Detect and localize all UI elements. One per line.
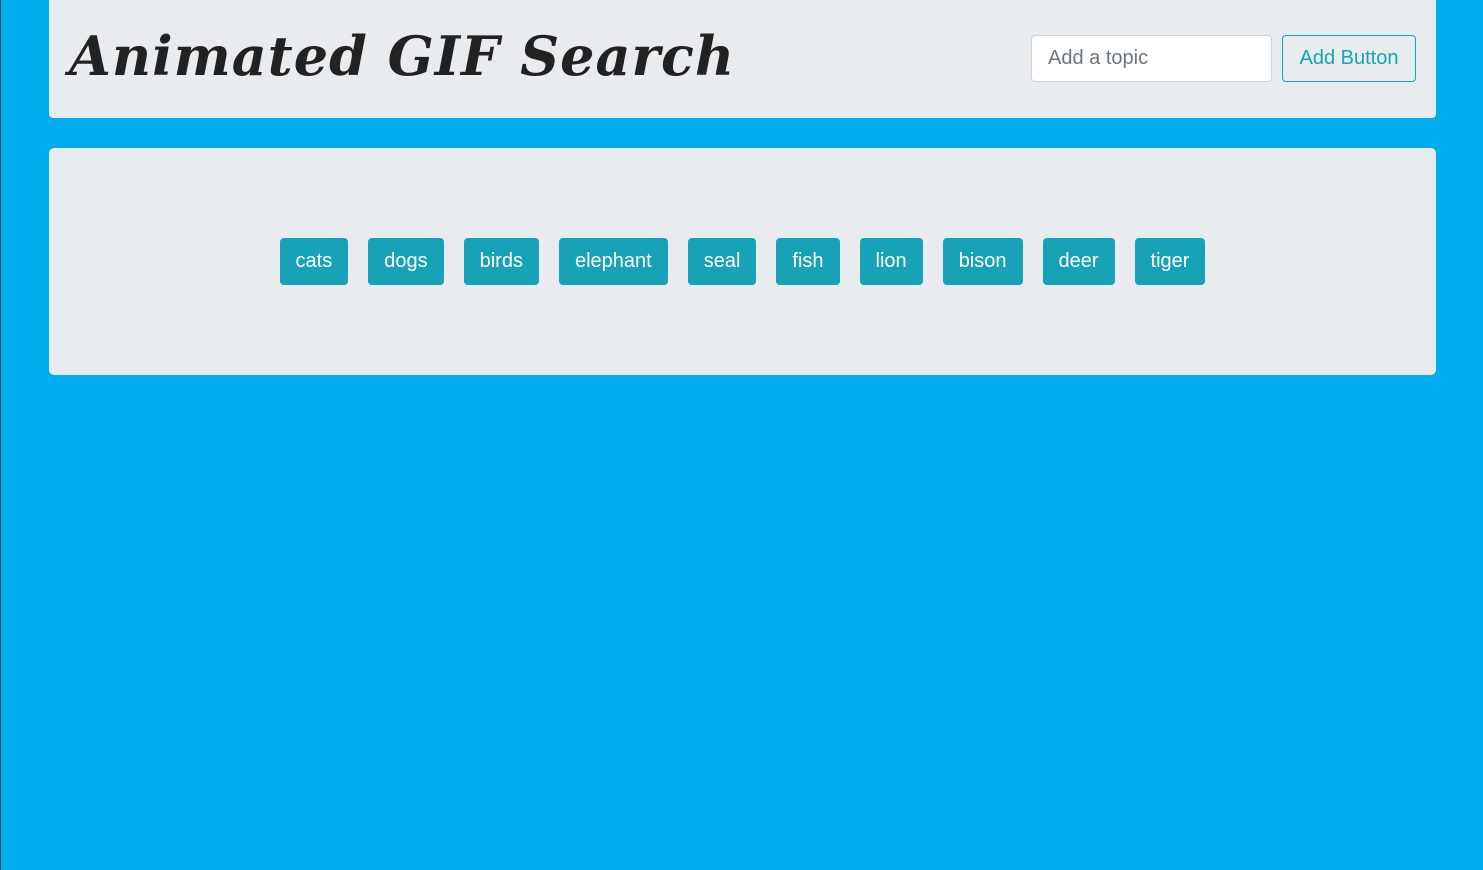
add-button[interactable]: Add Button [1282,35,1416,82]
topic-button-deer[interactable]: deer [1042,238,1115,285]
topic-button-birds[interactable]: birds [463,238,539,285]
topic-input[interactable] [1031,35,1272,82]
topic-button-tiger[interactable]: tiger [1134,238,1206,285]
topics-panel: cats dogs birds elephant seal fish lion … [49,148,1436,375]
page-title: Animated GIF Search [69,24,736,88]
app-page: Animated GIF Search Add Button cats dogs… [0,0,1483,870]
topic-button-dogs[interactable]: dogs [368,238,444,285]
topic-button-elephant[interactable]: elephant [558,238,668,285]
topic-button-lion[interactable]: lion [859,238,923,285]
topic-button-fish[interactable]: fish [776,238,840,285]
topic-button-row: cats dogs birds elephant seal fish lion … [49,238,1436,285]
header-jumbotron: Animated GIF Search Add Button [49,0,1436,118]
topic-button-bison[interactable]: bison [942,238,1023,285]
topic-button-cats[interactable]: cats [279,238,349,285]
topic-button-seal[interactable]: seal [687,238,757,285]
